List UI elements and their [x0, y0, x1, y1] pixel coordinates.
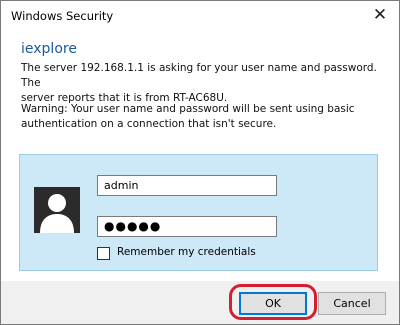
security-warning: Warning: Your user name and password wil… [21, 102, 381, 132]
ok-button[interactable]: OK [239, 292, 307, 315]
remember-checkbox[interactable] [97, 247, 110, 260]
cancel-button[interactable]: Cancel [318, 292, 386, 315]
window-title: Windows Security [11, 9, 114, 23]
remember-label[interactable]: Remember my credentials [117, 246, 256, 258]
username-field[interactable]: admin [97, 175, 277, 196]
app-name: iexplore [21, 41, 77, 57]
close-icon[interactable]: ✕ [369, 4, 391, 26]
security-warning-line: Warning: Your user name and password wil… [21, 103, 355, 115]
button-bar: OK Cancel [1, 281, 399, 324]
windows-security-dialog: Windows Security ✕ iexplore The server 1… [0, 0, 400, 325]
user-silhouette-icon [34, 187, 80, 233]
security-warning-line: authentication on a connection that isn'… [21, 118, 277, 130]
password-field[interactable]: ●●●●● [97, 216, 277, 237]
credential-panel: admin ●●●●● Remember my credentials [19, 154, 378, 271]
server-message: The server 192.168.1.1 is asking for you… [21, 61, 381, 106]
server-message-line: The server 192.168.1.1 is asking for you… [21, 62, 377, 89]
title-bar[interactable]: Windows Security ✕ [1, 1, 399, 31]
